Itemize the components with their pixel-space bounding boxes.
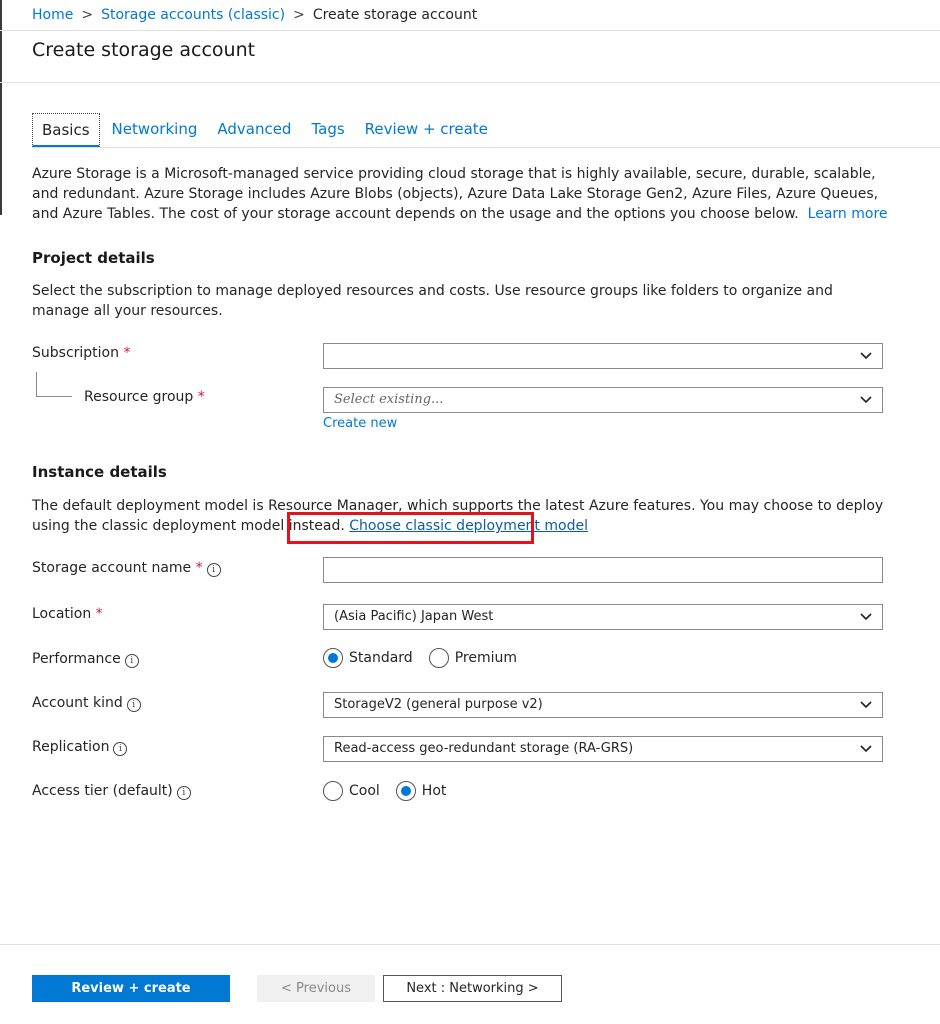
create-new-link[interactable]: Create new	[323, 416, 397, 431]
performance-label: Performance i	[32, 651, 139, 668]
chevron-down-icon	[860, 352, 872, 360]
intro-description: Azure Storage is a Microsoft-managed ser…	[32, 166, 879, 222]
location-dropdown[interactable]: (Asia Pacific) Japan West	[323, 604, 883, 630]
info-icon[interactable]: i	[126, 698, 141, 712]
access-tier-radio-group: Cool Hot	[323, 781, 462, 801]
storage-account-name-input[interactable]	[323, 557, 883, 583]
project-details-description: Select the subscription to manage deploy…	[32, 283, 833, 319]
tree-connector	[36, 372, 72, 397]
location-label-text: Location	[32, 606, 92, 622]
access-tier-label-text: Access tier (default)	[32, 783, 173, 799]
divider	[0, 82, 940, 83]
subscription-dropdown[interactable]	[323, 343, 883, 369]
tab-tags[interactable]: Tags	[303, 113, 352, 147]
tab-bar: Basics Networking Advanced Tags Review +…	[32, 113, 500, 147]
access-tier-hot-radio[interactable]	[395, 781, 416, 801]
account-kind-value: StorageV2 (general purpose v2)	[334, 697, 543, 712]
location-value: (Asia Pacific) Japan West	[334, 609, 494, 624]
highlight-annotation	[287, 512, 534, 544]
required-marker: *	[195, 560, 203, 576]
tab-review-create[interactable]: Review + create	[357, 113, 496, 147]
chevron-down-icon	[860, 745, 872, 753]
tab-basics[interactable]: Basics	[32, 113, 100, 147]
access-tier-hot-label[interactable]: Hot	[422, 783, 447, 799]
previous-button[interactable]: < Previous	[257, 975, 375, 1002]
breadcrumb-separator: >	[81, 7, 94, 23]
subscription-label-text: Subscription	[32, 345, 119, 361]
performance-premium-radio[interactable]	[428, 648, 449, 668]
divider	[0, 30, 940, 31]
resource-group-label: Resource group *	[84, 389, 205, 405]
subscription-label: Subscription *	[32, 345, 130, 361]
project-details-title: Project details	[32, 249, 155, 267]
divider	[32, 147, 940, 148]
breadcrumb-separator: >	[293, 7, 305, 23]
required-marker: *	[197, 389, 205, 405]
divider	[0, 944, 940, 945]
performance-standard-radio[interactable]	[323, 648, 343, 668]
breadcrumb-current: Create storage account	[312, 7, 478, 23]
storage-account-name-label-text: Storage account name	[32, 560, 192, 576]
performance-standard-label[interactable]: Standard	[349, 650, 413, 666]
required-marker: *	[123, 345, 131, 361]
breadcrumb-storage-accounts-classic[interactable]: Storage accounts (classic)	[101, 7, 285, 23]
info-icon[interactable]: i	[113, 742, 128, 756]
access-tier-cool-radio[interactable]	[323, 781, 343, 801]
chevron-down-icon	[860, 396, 872, 404]
storage-account-name-label: Storage account name * i	[32, 560, 221, 577]
tab-advanced[interactable]: Advanced	[209, 113, 299, 147]
replication-label: Replication i	[32, 739, 128, 756]
chevron-down-icon	[860, 613, 872, 621]
replication-value: Read-access geo-redundant storage (RA-GR…	[334, 741, 634, 756]
page-title: Create storage account	[32, 39, 256, 61]
next-networking-button[interactable]: Next : Networking >	[383, 975, 562, 1002]
intro-text: Azure Storage is a Microsoft-managed ser…	[32, 164, 892, 224]
account-kind-dropdown[interactable]: StorageV2 (general purpose v2)	[323, 692, 883, 718]
required-marker: *	[95, 606, 103, 622]
access-tier-label: Access tier (default) i	[32, 783, 191, 800]
resource-group-dropdown[interactable]: Select existing...	[323, 387, 883, 413]
resource-group-label-text: Resource group	[84, 389, 194, 405]
info-icon[interactable]: i	[176, 786, 191, 800]
breadcrumb-home[interactable]: Home	[32, 7, 73, 23]
review-create-button[interactable]: Review + create	[32, 975, 230, 1002]
replication-dropdown[interactable]: Read-access geo-redundant storage (RA-GR…	[323, 736, 883, 762]
instance-details-title: Instance details	[32, 463, 167, 481]
window-edge	[0, 0, 2, 215]
performance-premium-label[interactable]: Premium	[455, 650, 517, 666]
account-kind-label: Account kind i	[32, 695, 141, 712]
tab-networking[interactable]: Networking	[104, 113, 206, 147]
location-label: Location *	[32, 606, 103, 622]
resource-group-placeholder: Select existing...	[334, 392, 444, 407]
account-kind-label-text: Account kind	[32, 695, 123, 711]
learn-more-link[interactable]: Learn more	[808, 206, 888, 222]
performance-label-text: Performance	[32, 651, 121, 667]
chevron-down-icon	[860, 701, 872, 709]
access-tier-cool-label[interactable]: Cool	[349, 783, 380, 799]
info-icon[interactable]: i	[124, 654, 139, 668]
breadcrumb: Home > Storage accounts (classic) > Create s…	[32, 7, 477, 23]
replication-label-text: Replication	[32, 739, 110, 755]
info-icon[interactable]: i	[206, 563, 221, 577]
performance-radio-group: Standard Premium	[323, 648, 533, 668]
